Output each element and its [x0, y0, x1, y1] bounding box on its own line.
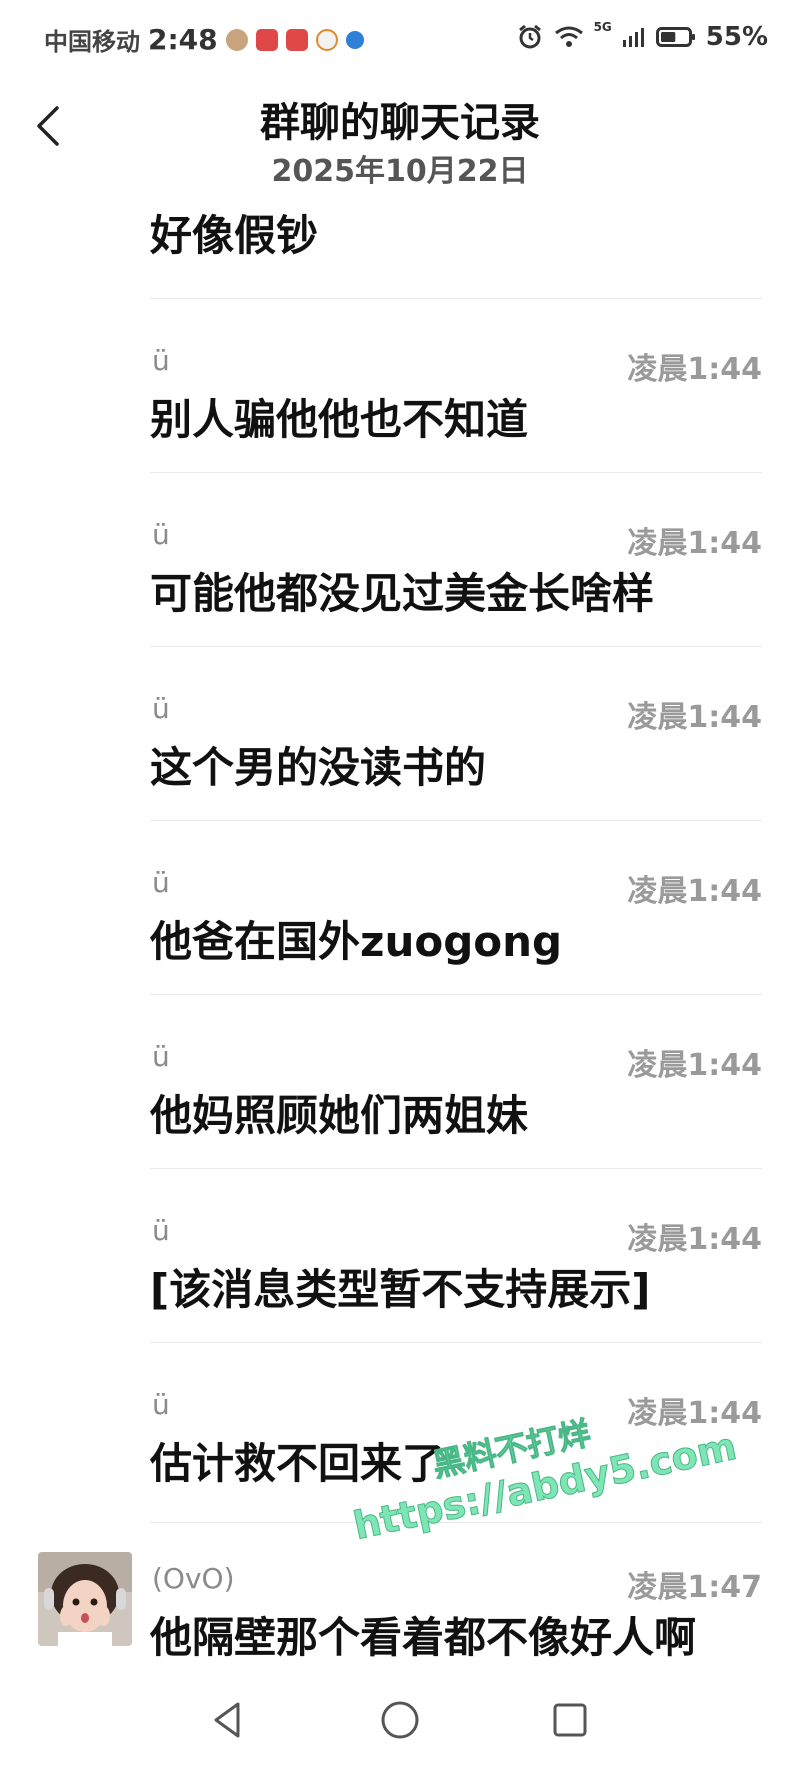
message-divider: [150, 1522, 762, 1523]
message-divider: [150, 994, 762, 995]
message-text: 他爸在国外zuogong: [150, 917, 563, 966]
message-list[interactable]: 好像假钞 ü 凌晨1:44 别人骗他他也不知道 ü 凌晨1:44 可能他都没见过…: [0, 170, 800, 1670]
signal-icon: [622, 28, 644, 47]
battery-icon: [655, 27, 695, 47]
message-sender: ü: [152, 344, 170, 377]
message-sender: ü: [152, 1214, 170, 1247]
message-time: 凌晨1:47: [627, 1570, 762, 1605]
network-type-label: 5G: [593, 20, 612, 34]
notification-app-icon-2: [285, 28, 308, 51]
message-text: 他隔壁那个看着都不像好人啊: [150, 1613, 697, 1662]
message-sender: ü: [152, 1388, 170, 1421]
carrier-label: 中国移动: [44, 28, 140, 56]
notification-avatar-icon: [225, 28, 248, 51]
system-nav-bar: [0, 1670, 800, 1768]
avatar-image: [38, 1552, 132, 1646]
message-sender: ü: [152, 1040, 170, 1073]
message-time: 凌晨1:44: [627, 700, 762, 735]
status-bar: 中国移动 2:48 5G 55%: [0, 0, 800, 78]
status-left: 中国移动 2:48: [44, 22, 364, 57]
alarm-icon: [518, 24, 541, 49]
nav-home-button[interactable]: [372, 1692, 428, 1748]
message-sender: ü: [152, 866, 170, 899]
message-divider: [150, 1168, 762, 1169]
wifi-icon: [554, 26, 583, 47]
message-text: 估计救不回来了: [150, 1439, 445, 1488]
message-text: 这个男的没读书的: [150, 743, 487, 792]
nav-back-triangle-icon: [214, 1702, 240, 1738]
message-divider: [150, 298, 762, 299]
message-sender: ü: [152, 518, 170, 551]
message-time: 凌晨1:44: [627, 352, 762, 387]
message-text: [该消息类型暂不支持展示]: [150, 1265, 651, 1314]
nav-back-button[interactable]: [200, 1692, 256, 1748]
message-sender: (OvO): [152, 1562, 235, 1595]
nav-recents-square-icon: [553, 1703, 587, 1737]
message-divider: [150, 472, 762, 473]
notification-browser-icon: [345, 30, 364, 49]
message-sender: ü: [152, 692, 170, 725]
nav-home-circle-icon: [381, 1701, 419, 1739]
message-divider: [150, 1342, 762, 1343]
message-text: 可能他都没见过美金长啥样: [150, 569, 655, 618]
message-time: 凌晨1:44: [627, 1396, 762, 1431]
page-title: 群聊的聊天记录: [260, 100, 540, 146]
notification-user-icon: [315, 28, 338, 51]
avatar[interactable]: [38, 1552, 132, 1646]
message-text: 他妈照顾她们两姐妹: [150, 1091, 529, 1140]
message-divider: [150, 646, 762, 647]
message-text: 好像假钞: [150, 211, 319, 260]
message-time: 凌晨1:44: [627, 874, 762, 909]
nav-recents-button[interactable]: [542, 1692, 598, 1748]
status-right: 5G 55%: [516, 20, 768, 52]
message-text: 别人骗他他也不知道: [150, 395, 529, 444]
message-time: 凌晨1:44: [627, 526, 762, 561]
message-divider: [150, 820, 762, 821]
message-time: 凌晨1:44: [627, 1048, 762, 1083]
clock: 2:48: [148, 23, 218, 56]
notification-app-icon: [255, 28, 278, 51]
message-time: 凌晨1:44: [627, 1222, 762, 1257]
battery-percent: 55%: [705, 22, 768, 52]
